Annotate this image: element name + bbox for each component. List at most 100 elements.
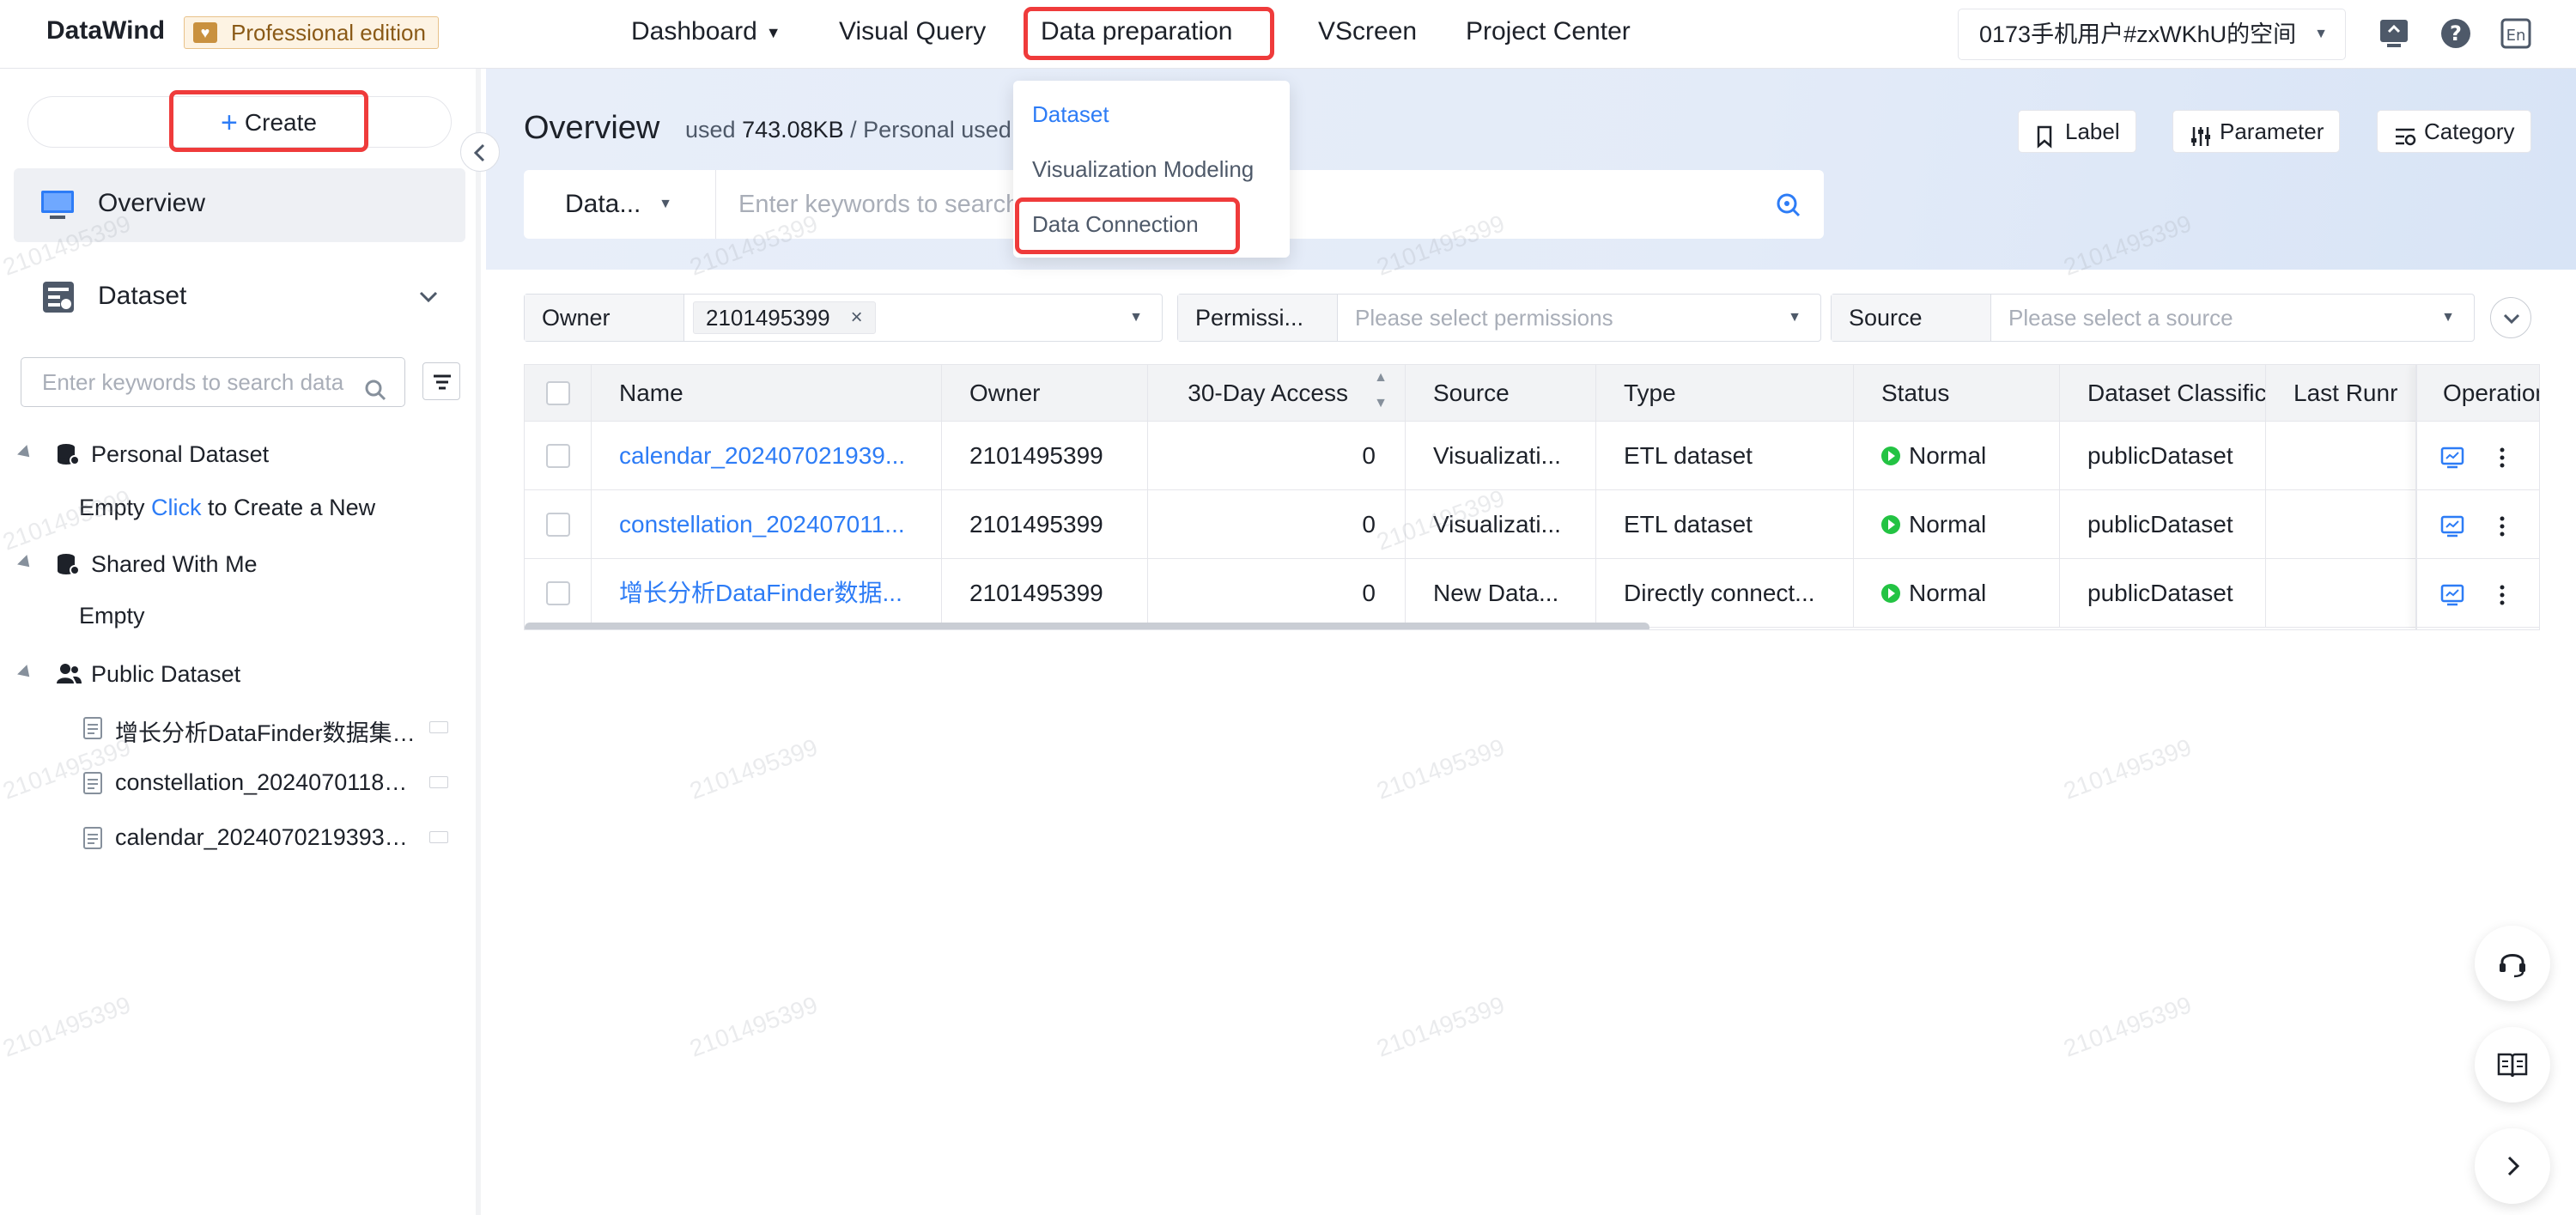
- space-selector[interactable]: 0173手机用户#zxWKhU的空间 ▼: [1958, 9, 2346, 60]
- dataset-name-link[interactable]: 增长分析DataFinder数据...: [619, 580, 902, 606]
- owner-filter[interactable]: Owner 2101495399 × ▼: [524, 294, 1163, 342]
- owner-chip[interactable]: 2101495399 ×: [693, 301, 876, 334]
- nav-vscreen[interactable]: VScreen: [1318, 17, 1417, 46]
- sliders-icon: [2189, 120, 2213, 161]
- brand-logo[interactable]: DataWind: [46, 16, 165, 46]
- row-checkbox[interactable]: [546, 581, 570, 605]
- owner-filter-label: Owner: [525, 295, 684, 341]
- access-cell: 0: [1148, 422, 1406, 490]
- last-run-cell: [2266, 559, 2415, 628]
- personal-empty-message: Empty Click to Create a New: [79, 495, 375, 521]
- permission-filter[interactable]: Permissi... Please select permissions ▼: [1177, 294, 1821, 342]
- column-header-last-run[interactable]: Last Runr: [2266, 365, 2415, 422]
- table-row[interactable]: 增长分析DataFinder数据... 2101495399 0 New Dat…: [525, 559, 2539, 628]
- owner-chip-label: 2101495399: [706, 305, 830, 331]
- storage-usage: used 743.08KB / Personal used: [685, 117, 1012, 143]
- type-cell: Directly connect...: [1596, 559, 1854, 628]
- source-filter[interactable]: Source Please select a source ▼: [1831, 294, 2475, 342]
- click-create-link[interactable]: Click: [151, 495, 202, 520]
- svg-text:?: ?: [2450, 21, 2462, 46]
- overview-label: Overview: [98, 189, 206, 217]
- menu-item-dataset[interactable]: Dataset: [1032, 101, 1109, 128]
- database-icon: [55, 551, 81, 583]
- expand-triangle-icon[interactable]: [17, 665, 34, 682]
- sidebar-item-overview[interactable]: Overview: [14, 168, 465, 242]
- filter-button[interactable]: [422, 362, 460, 400]
- name-cell: calendar_202407021939...: [592, 422, 942, 490]
- menu-item-data-connection[interactable]: Data Connection: [1032, 211, 1199, 238]
- status-cell: Normal: [1854, 559, 2060, 628]
- nav-dashboard[interactable]: Dashboard ▼: [631, 17, 781, 46]
- expand-triangle-icon[interactable]: [17, 555, 34, 572]
- tree-file-item[interactable]: constellation_20240701185...: [79, 766, 448, 800]
- source-cell: New Data...: [1406, 559, 1596, 628]
- bookmark-icon: [2034, 120, 2055, 161]
- refresh-search-icon[interactable]: [1774, 191, 1801, 222]
- sidebar-item-dataset[interactable]: Dataset: [14, 263, 465, 331]
- nav-project-center[interactable]: Project Center: [1466, 17, 1631, 46]
- used-value: 743.08KB: [742, 117, 844, 143]
- file-icon: [82, 826, 103, 856]
- column-header-type[interactable]: Type: [1596, 365, 1854, 422]
- status-label: Normal: [1909, 442, 1987, 469]
- create-button-container: + Create: [27, 90, 452, 152]
- category-button[interactable]: Category: [2377, 110, 2531, 153]
- plus-icon: +: [221, 106, 238, 139]
- menu-item-visualization-modeling[interactable]: Visualization Modeling: [1032, 156, 1254, 183]
- docs-button[interactable]: [2475, 1027, 2550, 1103]
- tree-file-item[interactable]: calendar_20240702193930...: [79, 821, 448, 855]
- row-checkbox[interactable]: [546, 444, 570, 468]
- column-header-status[interactable]: Status: [1854, 365, 2060, 422]
- column-header-classification[interactable]: Dataset Classific: [2060, 365, 2266, 422]
- table-row[interactable]: constellation_202407011... 2101495399 0 …: [525, 490, 2539, 559]
- users-icon: [55, 661, 82, 693]
- column-header-access[interactable]: 30-Day Access ▲ ▼: [1148, 365, 1406, 422]
- table-row[interactable]: calendar_202407021939... 2101495399 0 Vi…: [525, 422, 2539, 490]
- expand-triangle-icon[interactable]: [17, 445, 34, 462]
- sort-icon[interactable]: ▲ ▼: [1374, 365, 1388, 416]
- support-button[interactable]: [2475, 926, 2550, 1001]
- tree-file-item[interactable]: 增长分析DataFinder数据集_...: [79, 711, 448, 746]
- dataset-name-link[interactable]: constellation_202407011...: [619, 511, 905, 538]
- select-all-checkbox[interactable]: [546, 381, 570, 405]
- column-header-source[interactable]: Source: [1406, 365, 1596, 422]
- chevron-down-icon: [2503, 313, 2520, 325]
- horizontal-scrollbar[interactable]: [525, 623, 1649, 629]
- monitor-icon[interactable]: [2377, 16, 2411, 51]
- tree-group-personal[interactable]: Personal Dataset: [0, 438, 464, 476]
- expand-panel-button[interactable]: [2475, 1128, 2550, 1204]
- tree-group-label: Shared With Me: [91, 551, 258, 577]
- select-all-cell: [525, 365, 592, 422]
- help-icon[interactable]: ?: [2439, 16, 2473, 51]
- collapse-sidebar-button[interactable]: [460, 132, 500, 172]
- status-cell: Normal: [1854, 422, 2060, 490]
- column-header-name[interactable]: Name: [592, 365, 942, 422]
- dataset-table: Name Owner 30-Day Access ▲ ▼ Source Type …: [524, 364, 2540, 630]
- dataset-search-input[interactable]: Enter keywords to search data: [21, 357, 405, 407]
- book-icon: [2497, 1053, 2528, 1078]
- label-button[interactable]: Label: [2018, 110, 2136, 153]
- status-label: Normal: [1909, 511, 1987, 538]
- close-icon[interactable]: ×: [851, 302, 863, 333]
- filter-icon: [434, 374, 451, 390]
- create-button[interactable]: + Create: [186, 95, 351, 150]
- column-header-owner[interactable]: Owner: [942, 365, 1148, 422]
- shared-empty-message: Empty: [79, 603, 145, 629]
- used-prefix: used: [685, 117, 743, 143]
- diamond-icon: ♥: [193, 22, 217, 43]
- edition-label: Professional edition: [231, 20, 426, 46]
- nav-visual-query[interactable]: Visual Query: [839, 17, 986, 46]
- nav-data-preparation[interactable]: Data preparation: [1041, 17, 1232, 46]
- search-input[interactable]: Enter keywords to search: [738, 170, 1019, 239]
- dataset-name-link[interactable]: calendar_202407021939...: [619, 442, 905, 469]
- classification-cell: publicDataset: [2060, 422, 2266, 490]
- row-checkbox[interactable]: [546, 513, 570, 537]
- tree-group-public[interactable]: Public Dataset: [0, 658, 464, 696]
- row-checkbox-cell: [525, 422, 592, 490]
- search-type-select[interactable]: Data... ▼: [524, 170, 716, 239]
- expand-filters-button[interactable]: [2490, 297, 2531, 338]
- owner-cell: 2101495399: [942, 559, 1148, 628]
- tree-group-shared[interactable]: Shared With Me: [0, 548, 464, 586]
- parameter-button[interactable]: Parameter: [2172, 110, 2341, 153]
- language-icon[interactable]: En: [2499, 16, 2533, 51]
